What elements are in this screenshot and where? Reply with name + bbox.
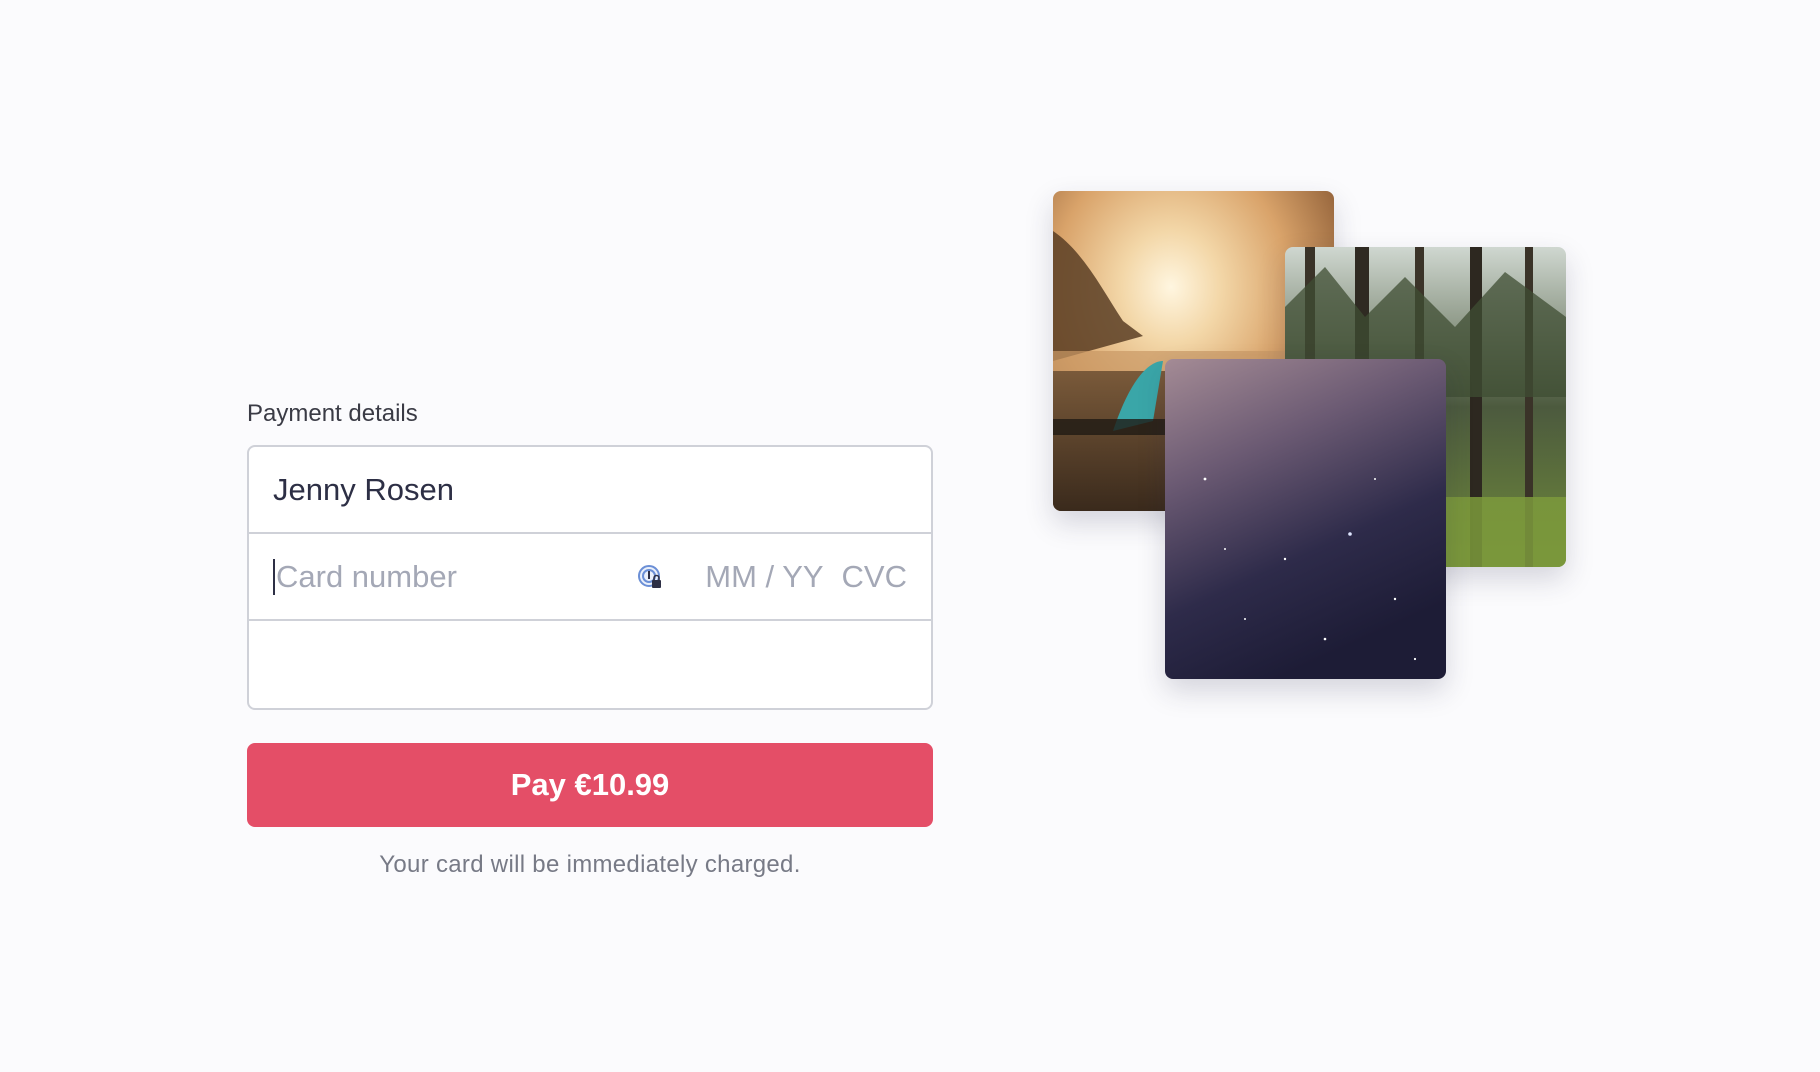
card-number-placeholder: Card number bbox=[276, 558, 457, 594]
name-field[interactable]: Jenny Rosen bbox=[249, 447, 931, 534]
charge-note: Your card will be immediately charged. bbox=[379, 851, 801, 878]
name-value: Jenny Rosen bbox=[273, 471, 454, 507]
night-sky-photo bbox=[1165, 359, 1446, 679]
pay-button[interactable]: Pay €10.99 bbox=[247, 743, 933, 827]
text-caret bbox=[273, 558, 275, 595]
additional-field[interactable] bbox=[249, 621, 931, 708]
card-field[interactable]: Card number MM / YY CVC bbox=[249, 534, 931, 621]
payment-details-label: Payment details bbox=[247, 400, 418, 427]
card-fields-group: Jenny Rosen Card number MM / YY CVC bbox=[247, 445, 933, 710]
card-number-input[interactable]: Card number bbox=[273, 558, 457, 595]
cvc-input[interactable]: CVC bbox=[842, 559, 907, 595]
payment-form: Payment details Jenny Rosen Card number bbox=[247, 398, 933, 879]
expiry-input[interactable]: MM / YY bbox=[705, 559, 823, 595]
password-manager-lock-icon[interactable] bbox=[637, 563, 665, 591]
card-extra-fields: MM / YY CVC bbox=[637, 559, 907, 595]
checkout-page: Payment details Jenny Rosen Card number bbox=[0, 0, 1820, 1072]
